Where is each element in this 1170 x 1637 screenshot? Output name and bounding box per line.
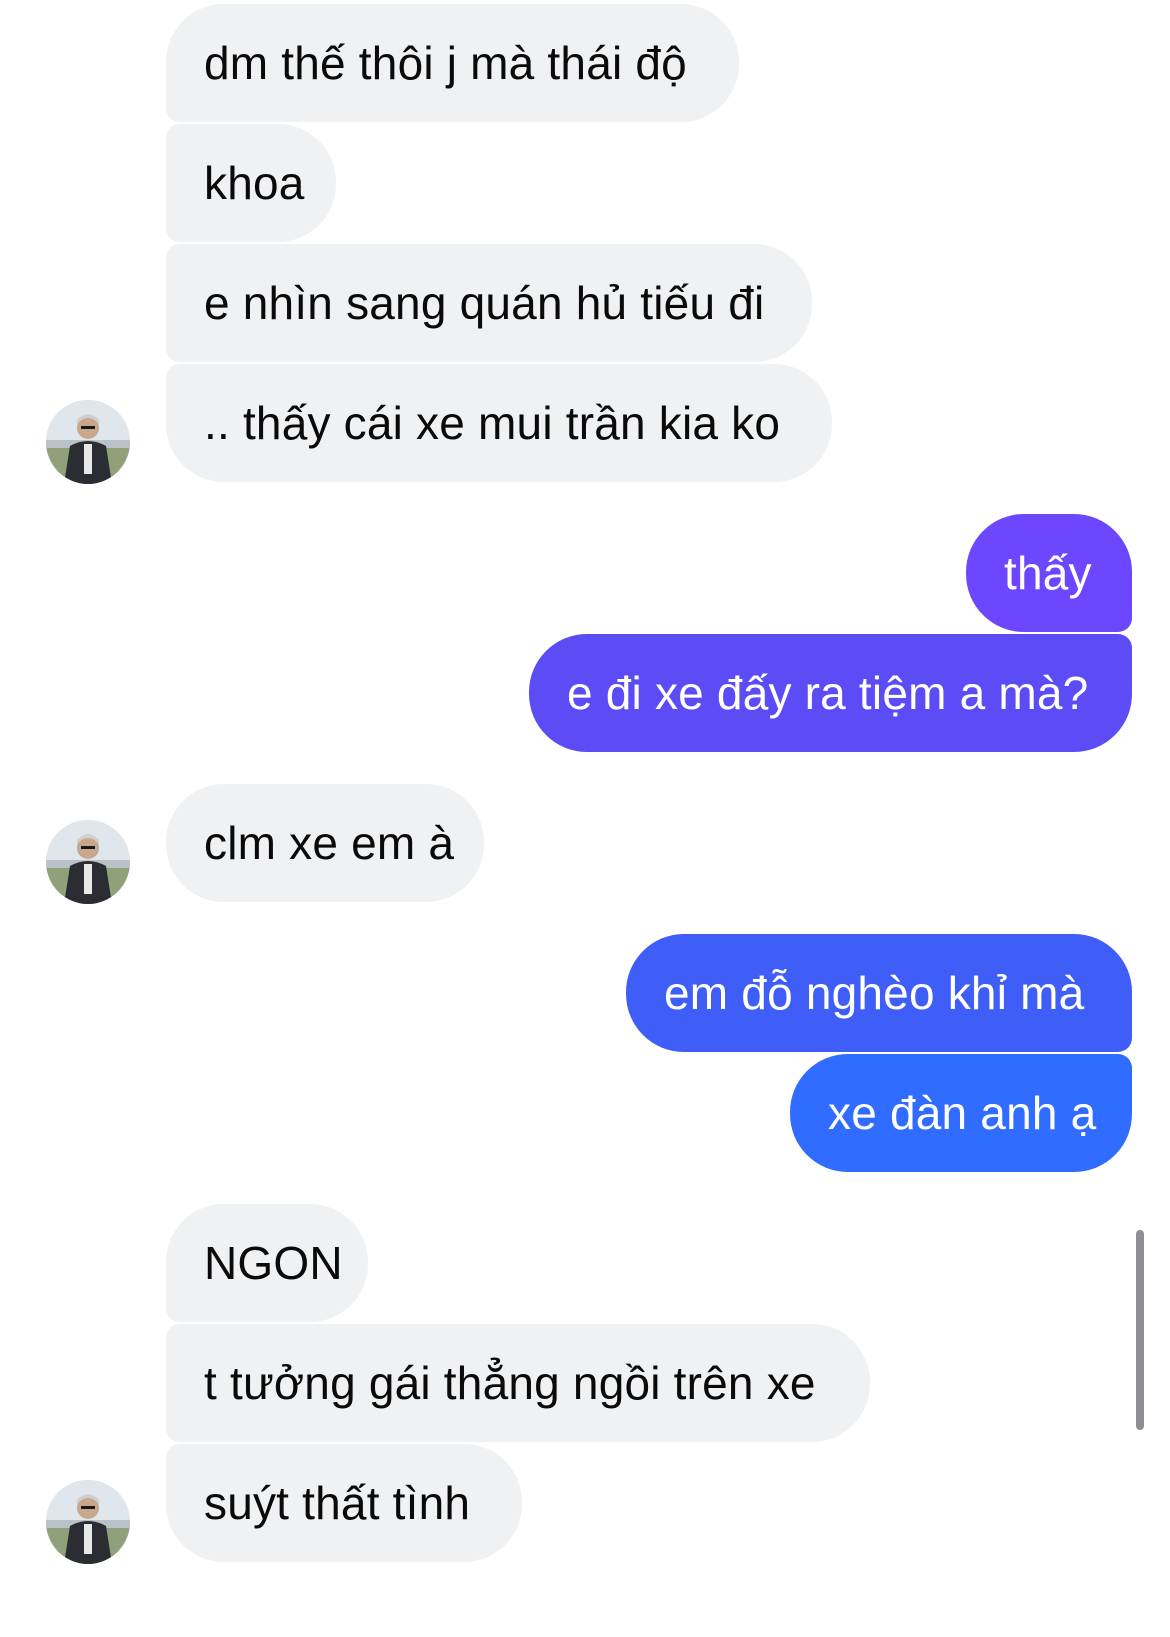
user-photo-avatar-icon bbox=[46, 400, 130, 484]
contact-avatar[interactable] bbox=[46, 1480, 130, 1564]
incoming-message-bubble[interactable]: suýt thất tình bbox=[166, 1444, 522, 1562]
incoming-message-bubble[interactable]: .. thấy cái xe mui trần kia ko bbox=[166, 364, 832, 482]
incoming-message-bubble[interactable]: NGON bbox=[166, 1204, 368, 1322]
contact-avatar[interactable] bbox=[46, 820, 130, 904]
incoming-message-bubble[interactable]: dm thế thôi j mà thái độ bbox=[166, 4, 739, 122]
user-photo-avatar-icon bbox=[46, 1480, 130, 1564]
incoming-message-bubble[interactable]: khoa bbox=[166, 124, 336, 242]
contact-avatar[interactable] bbox=[46, 400, 130, 484]
outgoing-message-bubble[interactable]: thấy bbox=[966, 514, 1132, 632]
outgoing-message-bubble[interactable]: xe đàn anh ạ bbox=[790, 1054, 1132, 1172]
incoming-message-bubble[interactable]: t tưởng gái thẳng ngồi trên xe bbox=[166, 1324, 870, 1442]
user-photo-avatar-icon bbox=[46, 820, 130, 904]
outgoing-message-bubble[interactable]: em đỗ nghèo khỉ mà bbox=[626, 934, 1132, 1052]
incoming-message-bubble[interactable]: e nhìn sang quán hủ tiếu đi bbox=[166, 244, 812, 362]
incoming-message-bubble[interactable]: clm xe em à bbox=[166, 784, 484, 902]
vertical-scrollbar[interactable] bbox=[1136, 1230, 1144, 1430]
outgoing-message-bubble[interactable]: e đi xe đấy ra tiệm a mà? bbox=[529, 634, 1132, 752]
message-thread[interactable]: dm thế thôi j mà thái độ khoa e nhìn san… bbox=[0, 0, 1170, 1637]
